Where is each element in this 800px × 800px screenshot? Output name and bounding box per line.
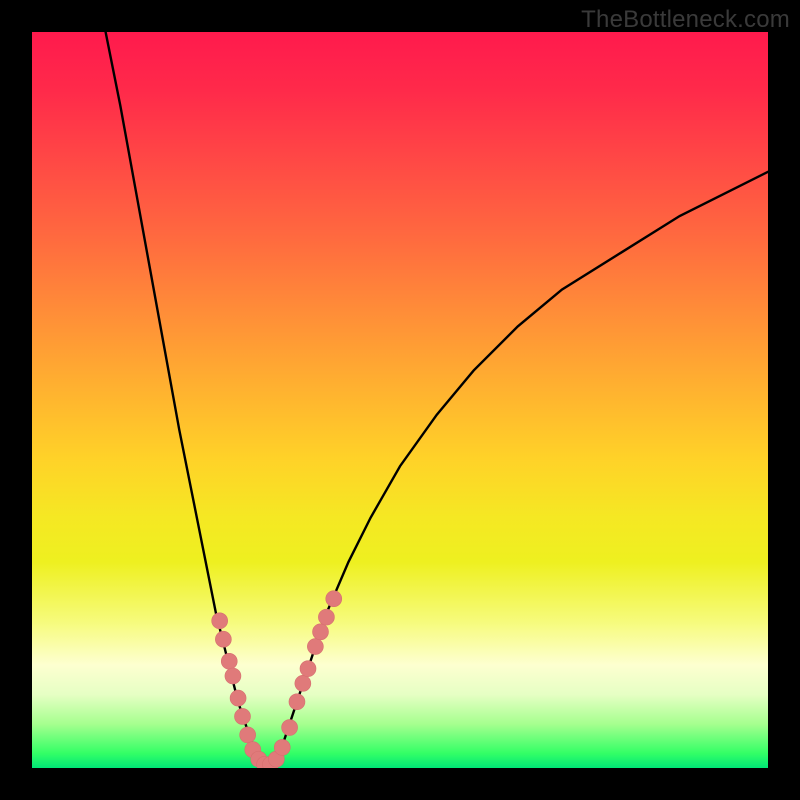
data-point bbox=[274, 739, 290, 755]
data-point bbox=[240, 727, 256, 743]
data-point bbox=[300, 661, 316, 677]
data-point bbox=[289, 694, 305, 710]
data-point bbox=[295, 675, 311, 691]
data-point bbox=[318, 609, 334, 625]
data-point bbox=[221, 653, 237, 669]
watermark-text: TheBottleneck.com bbox=[581, 6, 790, 34]
data-point bbox=[225, 668, 241, 684]
chart-svg bbox=[32, 32, 768, 768]
data-point bbox=[235, 708, 251, 724]
series-right-curve bbox=[268, 172, 768, 768]
data-point bbox=[215, 631, 231, 647]
data-point bbox=[282, 720, 298, 736]
series-left-curve bbox=[106, 32, 268, 768]
chart-frame: TheBottleneck.com bbox=[0, 0, 800, 800]
data-point bbox=[307, 639, 323, 655]
data-point bbox=[326, 591, 342, 607]
data-point bbox=[313, 624, 329, 640]
data-point bbox=[212, 613, 228, 629]
data-point bbox=[230, 690, 246, 706]
plot-area bbox=[32, 32, 768, 768]
